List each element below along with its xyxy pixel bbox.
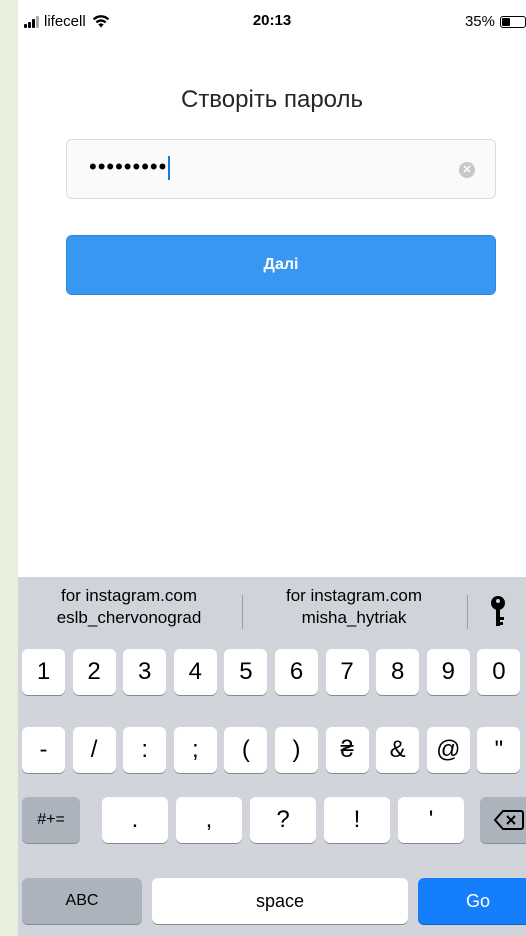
key-symbol-5[interactable]: )	[275, 727, 318, 773]
key-symbol-3[interactable]: ;	[173, 727, 217, 773]
key-symbol-0[interactable]: -	[22, 727, 65, 773]
phone-screen: lifecell 20:13 35% Створіть пароль •••••…	[18, 0, 526, 936]
key-punct-2[interactable]: ?	[250, 797, 316, 843]
password-value: •••••••••	[89, 154, 168, 179]
key-symbol-4[interactable]: (	[224, 727, 268, 773]
key-punct-3[interactable]: !	[324, 797, 390, 843]
key-6[interactable]: 7	[325, 649, 369, 695]
page-title: Створіть пароль	[180, 86, 363, 113]
key-symbol-1[interactable]: /	[72, 727, 116, 773]
suggestion-divider	[467, 595, 468, 629]
abc-key[interactable]: ABC	[22, 878, 142, 924]
key-punct-1[interactable]: ,	[176, 797, 242, 843]
key-symbol-6[interactable]: ₴	[325, 727, 369, 773]
key-3[interactable]: 4	[173, 649, 217, 695]
key-icon	[491, 596, 505, 626]
clock: 20:13	[252, 12, 292, 29]
key-1[interactable]: 2	[72, 649, 116, 695]
next-button[interactable]: Далі	[66, 235, 496, 295]
suggestion-2-site: for instagram.com	[285, 586, 423, 605]
password-value-wrap: •••••••••	[89, 154, 171, 181]
key-symbol-2[interactable]: :	[123, 727, 167, 773]
password-suggestions-bar: for instagram.com eslb_chervonograd for …	[18, 577, 526, 639]
battery-percent: 35%	[464, 13, 495, 30]
clear-icon[interactable]: ✕	[459, 162, 475, 178]
key-7[interactable]: 8	[376, 649, 420, 695]
battery-fill	[502, 17, 510, 26]
space-key[interactable]: space	[152, 878, 408, 924]
symbols-toggle-key[interactable]: #+=	[22, 797, 80, 843]
backspace-icon	[494, 810, 524, 830]
key-8[interactable]: 9	[426, 649, 470, 695]
go-key[interactable]: Go	[418, 878, 526, 924]
suggestion-2[interactable]: for instagram.com misha_hytriak	[244, 585, 464, 629]
key-punct-4[interactable]: '	[398, 797, 464, 843]
keyboard: for instagram.com eslb_chervonograd for …	[18, 577, 526, 936]
suggestion-1[interactable]: for instagram.com eslb_chervonograd	[18, 585, 240, 629]
battery-icon	[500, 15, 526, 28]
text-caret	[168, 156, 171, 181]
status-bar: lifecell 20:13 35%	[18, 0, 526, 44]
key-symbol-8[interactable]: @	[426, 727, 470, 773]
key-symbol-7[interactable]: &	[376, 727, 420, 773]
key-9[interactable]: 0	[477, 649, 521, 695]
key-4[interactable]: 5	[224, 649, 268, 695]
password-field[interactable]: ••••••••• ✕	[66, 139, 496, 199]
suggestion-1-site: for instagram.com	[60, 586, 198, 605]
delete-key[interactable]	[480, 797, 526, 843]
key-5[interactable]: 6	[275, 649, 318, 695]
suggestion-divider	[242, 595, 243, 629]
status-right: 35%	[465, 13, 526, 30]
key-symbol-9[interactable]: "	[477, 727, 521, 773]
suggestion-1-user: eslb_chervonograd	[56, 608, 202, 627]
password-key-icon[interactable]	[488, 595, 518, 629]
suggestion-2-user: misha_hytriak	[301, 608, 407, 627]
key-2[interactable]: 3	[123, 649, 167, 695]
key-0[interactable]: 1	[22, 649, 65, 695]
key-punct-0[interactable]: .	[102, 797, 168, 843]
